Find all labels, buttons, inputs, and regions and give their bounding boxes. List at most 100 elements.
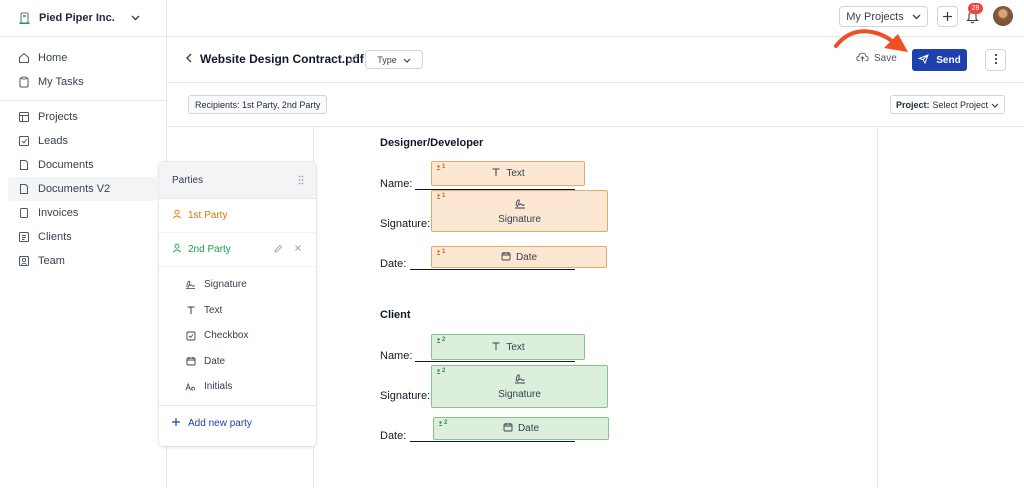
right-pane bbox=[877, 127, 1024, 488]
field-type-label: Date bbox=[204, 355, 226, 367]
sidebar-item-documents-v2[interactable]: Documents V2 bbox=[8, 177, 157, 201]
party-tag: 2 bbox=[438, 420, 447, 426]
field-label: Date: bbox=[380, 258, 407, 270]
signature-field-party-2[interactable]: 2 Signature bbox=[431, 365, 608, 408]
send-button[interactable]: Send bbox=[912, 49, 967, 71]
sidebar-item-my-tasks[interactable]: My Tasks bbox=[0, 70, 167, 94]
field-type-label: Signature bbox=[204, 279, 247, 291]
text-field-party-1[interactable]: 1 Text bbox=[431, 161, 585, 186]
field-type-label: Text bbox=[204, 304, 223, 316]
type-label: Type bbox=[377, 54, 397, 65]
team-icon bbox=[18, 255, 30, 267]
text-icon bbox=[491, 341, 501, 354]
text-icon bbox=[491, 167, 501, 180]
type-dropdown[interactable]: Type bbox=[365, 50, 423, 69]
party-tag: 1 bbox=[436, 193, 445, 199]
field-type-checkbox[interactable]: Checkbox bbox=[159, 323, 316, 349]
document-icon bbox=[18, 183, 30, 195]
field-type-signature[interactable]: Signature bbox=[159, 272, 316, 298]
clients-icon bbox=[18, 231, 30, 243]
my-projects-dropdown[interactable]: My Projects bbox=[839, 6, 928, 27]
parties-title: Parties bbox=[172, 174, 204, 186]
field-label: Date: bbox=[380, 430, 407, 442]
sidebar-item-label: Leads bbox=[38, 135, 68, 147]
recipients-bar: Recipients: 1st Party, 2nd Party Project… bbox=[167, 83, 1024, 127]
party-tag: 2 bbox=[436, 368, 445, 374]
party-tag: 1 bbox=[436, 249, 445, 255]
invoice-icon bbox=[18, 207, 30, 219]
field-type-label: Date bbox=[515, 251, 538, 263]
field-type-list: Signature Text Checkbox Date Initials bbox=[159, 267, 316, 406]
plus-icon bbox=[942, 9, 953, 25]
party-item-1st[interactable]: 1st Party bbox=[159, 199, 316, 233]
party-item-2nd[interactable]: 2nd Party bbox=[159, 233, 316, 267]
field-type-label: Checkbox bbox=[204, 330, 249, 342]
field-type-date[interactable]: Date bbox=[159, 349, 316, 375]
user-icon bbox=[172, 209, 182, 222]
signature-icon bbox=[514, 373, 526, 387]
annotation-arrow-icon bbox=[834, 29, 908, 52]
brand-logo-icon bbox=[17, 11, 31, 25]
chevron-down-icon bbox=[403, 55, 411, 65]
my-projects-label: My Projects bbox=[846, 10, 904, 23]
checkbox-icon bbox=[185, 330, 196, 341]
party-tag: 1 bbox=[436, 164, 445, 170]
sidebar-divider bbox=[0, 100, 167, 101]
party-tag: 2 bbox=[436, 337, 445, 343]
sidebar-item-projects[interactable]: Projects bbox=[0, 105, 167, 129]
field-type-label: Text bbox=[506, 168, 525, 179]
sidebar-item-invoices[interactable]: Invoices bbox=[0, 201, 167, 225]
chevron-down-icon bbox=[991, 100, 999, 110]
clipboard-icon bbox=[18, 76, 30, 88]
field-type-initials[interactable]: Initials bbox=[159, 374, 316, 400]
signature-line bbox=[415, 361, 575, 362]
date-field-party-2[interactable]: 2 Date bbox=[433, 417, 609, 440]
parties-panel-header: Parties bbox=[159, 162, 316, 199]
field-type-text[interactable]: Text bbox=[159, 298, 316, 324]
field-type-label: Date bbox=[517, 423, 540, 434]
sidebar-item-documents[interactable]: Documents bbox=[0, 153, 167, 177]
recipients-pill[interactable]: Recipients: 1st Party, 2nd Party bbox=[188, 95, 328, 114]
pencil-icon[interactable] bbox=[349, 53, 359, 63]
sidebar-item-label: Documents V2 bbox=[38, 183, 111, 195]
signature-icon bbox=[514, 198, 526, 212]
leads-icon bbox=[18, 135, 30, 147]
field-label: Name: bbox=[380, 178, 413, 190]
document-icon bbox=[18, 159, 30, 171]
sidebar-item-label: Documents bbox=[38, 159, 94, 171]
sidebar-item-team[interactable]: Team bbox=[0, 249, 167, 273]
parties-panel: Parties 1st Party 2nd Party Signature Te… bbox=[159, 162, 316, 446]
date-field-party-1[interactable]: 1 Date bbox=[431, 246, 607, 268]
calendar-icon bbox=[503, 422, 513, 435]
back-arrow-icon[interactable] bbox=[185, 52, 193, 66]
notification-count-badge: 28 bbox=[968, 3, 983, 14]
sidebar-item-leads[interactable]: Leads bbox=[0, 129, 167, 153]
sidebar-item-home[interactable]: Home bbox=[0, 46, 167, 70]
sidebar-item-label: Home bbox=[38, 52, 68, 64]
chevron-down-icon bbox=[912, 11, 921, 23]
section-title-client: Client bbox=[380, 309, 411, 321]
add-new-button[interactable] bbox=[937, 6, 958, 27]
field-type-label: Signature bbox=[498, 213, 541, 225]
project-dropdown[interactable]: Project: Select Project bbox=[890, 95, 1006, 114]
pencil-icon[interactable] bbox=[274, 244, 283, 256]
add-new-party-button[interactable]: Add new party bbox=[159, 406, 316, 442]
sidebar-item-clients[interactable]: Clients bbox=[0, 225, 167, 249]
field-label: Signature: bbox=[380, 390, 431, 402]
drag-handle-icon[interactable] bbox=[298, 175, 304, 188]
close-icon[interactable] bbox=[294, 244, 302, 256]
workspace-switcher[interactable]: Pied Piper Inc. bbox=[0, 0, 167, 37]
field-label: Signature: bbox=[380, 218, 431, 230]
calendar-icon bbox=[185, 356, 196, 367]
calendar-icon bbox=[501, 251, 511, 264]
more-options-button[interactable] bbox=[985, 49, 1006, 71]
text-field-party-2[interactable]: 2 Text bbox=[431, 334, 585, 360]
sidebar: Pied Piper Inc. Home My Tasks Projects L… bbox=[0, 0, 167, 488]
user-avatar[interactable] bbox=[993, 6, 1013, 26]
send-label: Send bbox=[936, 54, 961, 66]
document-title: Website Design Contract.pdf bbox=[200, 52, 364, 66]
party-label: 1st Party bbox=[188, 210, 228, 221]
field-type-label: Text bbox=[506, 341, 525, 353]
signature-field-party-1[interactable]: 1 Signature bbox=[431, 190, 608, 232]
home-icon bbox=[18, 52, 30, 64]
